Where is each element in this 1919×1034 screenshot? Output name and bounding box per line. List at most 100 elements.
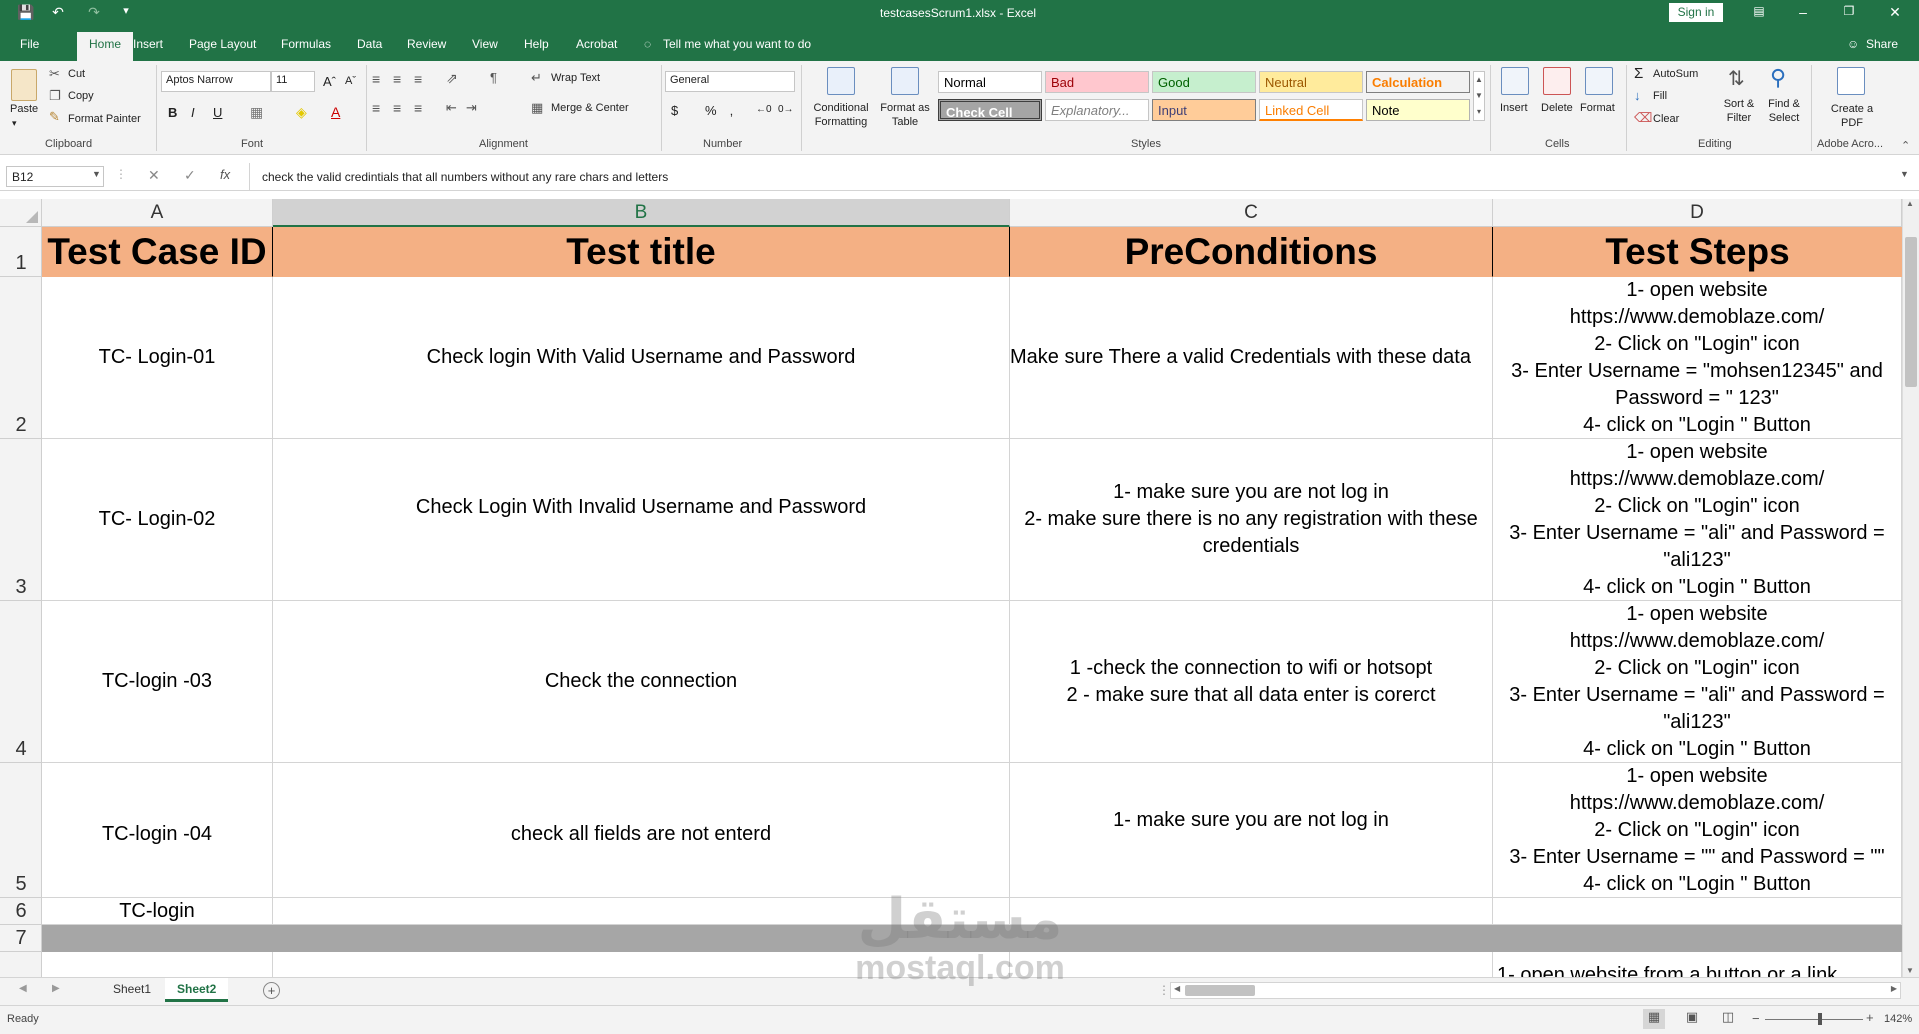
delete-cells-button[interactable]: Delete — [1541, 102, 1573, 114]
sort-filter-icon[interactable]: ⇅ — [1728, 66, 1745, 91]
tab-formulas[interactable]: Formulas — [281, 37, 331, 51]
style-linked-cell[interactable]: Linked Cell — [1259, 99, 1363, 121]
tab-split-icon[interactable]: ⋮ — [1158, 983, 1170, 997]
cell-d4[interactable]: 1- open website https://www.demoblaze.co… — [1493, 601, 1902, 763]
merge-center-icon[interactable]: ▦ — [531, 100, 543, 116]
tab-file[interactable]: File — [20, 37, 39, 51]
cell-c6[interactable] — [1010, 898, 1493, 925]
share-icon[interactable]: ☺ — [1847, 37, 1859, 51]
cell-b2[interactable]: Check login With Valid Username and Pass… — [273, 277, 1010, 439]
cell-b8[interactable] — [273, 952, 1010, 977]
cell-b5[interactable]: check all fields are not enterd — [273, 763, 1010, 898]
autosum-button[interactable]: AutoSum — [1653, 68, 1698, 80]
cell-a6[interactable]: TC-login — [42, 898, 273, 925]
horizontal-scrollbar[interactable]: ◀ ▶ — [1170, 982, 1901, 999]
tab-view[interactable]: View — [472, 37, 498, 51]
conditional-formatting-icon[interactable] — [827, 67, 855, 95]
paste-icon[interactable] — [11, 69, 37, 101]
cell-c8[interactable] — [1010, 952, 1493, 977]
increase-indent-icon[interactable]: ⇥ — [466, 100, 477, 116]
number-format-select[interactable]: General — [665, 71, 795, 92]
zoom-in-icon[interactable]: + — [1866, 1010, 1874, 1025]
cell-a2[interactable]: TC- Login-01 — [42, 277, 273, 439]
wrap-text-icon[interactable]: ↵ — [531, 70, 542, 86]
format-cells-icon[interactable] — [1585, 67, 1613, 95]
find-select-icon[interactable]: ⚲ — [1770, 65, 1786, 91]
cell-d5[interactable]: 1- open website https://www.demoblaze.co… — [1493, 763, 1902, 898]
zoom-level[interactable]: 142% — [1884, 1013, 1912, 1025]
tab-help[interactable]: Help — [524, 37, 549, 51]
cell-a5[interactable]: TC-login -04 — [42, 763, 273, 898]
styles-gallery-scroll[interactable]: ▲ ▼ ▾ — [1473, 71, 1485, 121]
vertical-scrollbar[interactable]: ▲ ▼ — [1902, 199, 1919, 977]
row-header-1[interactable]: 1 — [0, 227, 42, 277]
header-cell-test-case-id[interactable]: Test Case ID — [42, 227, 273, 277]
expand-formula-bar-icon[interactable]: ▼ — [1900, 169, 1909, 179]
style-calculation[interactable]: Calculation — [1366, 71, 1470, 93]
font-size-select[interactable]: 11 — [271, 71, 315, 92]
cancel-entry-icon[interactable]: ✕ — [148, 167, 160, 184]
column-header-a[interactable]: A — [42, 199, 273, 227]
decrease-indent-icon[interactable]: ⇤ — [446, 100, 457, 116]
name-box[interactable]: B12 — [6, 166, 104, 187]
cell-c4[interactable]: 1 -check the connection to wifi or hotso… — [1010, 601, 1493, 763]
fill-icon[interactable]: ↓ — [1634, 88, 1641, 103]
cell-c3[interactable]: 1- make sure you are not log in 2- make … — [1010, 439, 1493, 601]
row-header-2[interactable]: 2 — [0, 277, 42, 439]
cell-a4[interactable]: TC-login -03 — [42, 601, 273, 763]
cell-d2[interactable]: 1- open website https://www.demoblaze.co… — [1493, 277, 1902, 439]
insert-cells-icon[interactable] — [1501, 67, 1529, 95]
rtl-icon[interactable]: ¶ — [490, 70, 497, 85]
restore-icon[interactable]: ❐ — [1839, 4, 1859, 18]
conditional-formatting-button[interactable]: Conditional Formatting — [810, 101, 872, 129]
cell-a3[interactable]: TC- Login-02 — [42, 439, 273, 601]
share-button[interactable]: Share — [1866, 37, 1898, 51]
worksheet-grid[interactable]: A B C D 1 2 3 4 5 6 7 Test Case ID Test … — [0, 199, 1902, 977]
zoom-slider-thumb[interactable] — [1818, 1013, 1822, 1025]
align-middle-icon[interactable]: ≡ — [393, 71, 401, 87]
tab-insert[interactable]: Insert — [133, 37, 163, 51]
style-check-cell[interactable]: Check Cell — [938, 99, 1042, 121]
decrease-font-icon[interactable]: Aˇ — [345, 75, 356, 87]
row-7-fill[interactable] — [42, 925, 1902, 952]
name-box-dropdown-icon[interactable]: ▼ — [92, 169, 101, 179]
fill-button[interactable]: Fill — [1653, 90, 1667, 102]
scroll-up-icon[interactable]: ▲ — [1906, 199, 1914, 208]
save-icon[interactable]: 💾 — [16, 4, 36, 21]
cell-c5[interactable]: 1- make sure you are not log in — [1010, 763, 1493, 898]
previous-sheet-icon[interactable]: ◀ — [19, 983, 27, 994]
minimize-icon[interactable]: – — [1793, 4, 1813, 20]
page-break-view-icon[interactable]: ◫ — [1717, 1009, 1739, 1029]
header-cell-preconditions[interactable]: PreConditions — [1010, 227, 1493, 277]
cell-c2[interactable]: Make sure There a valid Credentials with… — [1010, 277, 1493, 439]
ribbon-display-options-icon[interactable]: ▤ — [1749, 4, 1769, 18]
scroll-down-icon[interactable]: ▼ — [1906, 966, 1914, 975]
find-select-button[interactable]: Find & Select — [1762, 97, 1806, 125]
column-header-d[interactable]: D — [1493, 199, 1902, 227]
row-header-7[interactable]: 7 — [0, 925, 42, 952]
collapse-ribbon-icon[interactable]: ⌃ — [1901, 139, 1910, 152]
wrap-text-button[interactable]: Wrap Text — [551, 72, 600, 84]
row-header-6[interactable]: 6 — [0, 898, 42, 925]
align-bottom-icon[interactable]: ≡ — [414, 71, 422, 87]
row-header-4[interactable]: 4 — [0, 601, 42, 763]
cell-d3[interactable]: 1- open website https://www.demoblaze.co… — [1493, 439, 1902, 601]
currency-icon[interactable]: $ — [671, 103, 678, 118]
zoom-slider[interactable] — [1765, 1019, 1863, 1020]
zoom-out-icon[interactable]: − — [1752, 1011, 1760, 1026]
align-right-icon[interactable]: ≡ — [414, 100, 422, 116]
format-cells-button[interactable]: Format — [1580, 102, 1615, 114]
confirm-entry-icon[interactable]: ✓ — [184, 167, 196, 184]
cell-b4[interactable]: Check the connection — [273, 601, 1010, 763]
style-input[interactable]: Input — [1152, 99, 1256, 121]
format-painter-button[interactable]: Format Painter — [68, 113, 141, 125]
decrease-decimal-icon[interactable]: 0→ — [778, 104, 794, 115]
paste-button[interactable]: Paste — [10, 103, 38, 115]
cell-b3[interactable]: Check Login With Invalid Username and Pa… — [273, 439, 1010, 601]
align-center-icon[interactable]: ≡ — [393, 100, 401, 116]
format-as-table-icon[interactable] — [891, 67, 919, 95]
scroll-right-icon[interactable]: ▶ — [1891, 984, 1897, 993]
merge-center-button[interactable]: Merge & Center — [551, 102, 629, 114]
header-cell-test-steps[interactable]: Test Steps — [1493, 227, 1902, 277]
add-sheet-icon[interactable]: + — [263, 982, 280, 999]
